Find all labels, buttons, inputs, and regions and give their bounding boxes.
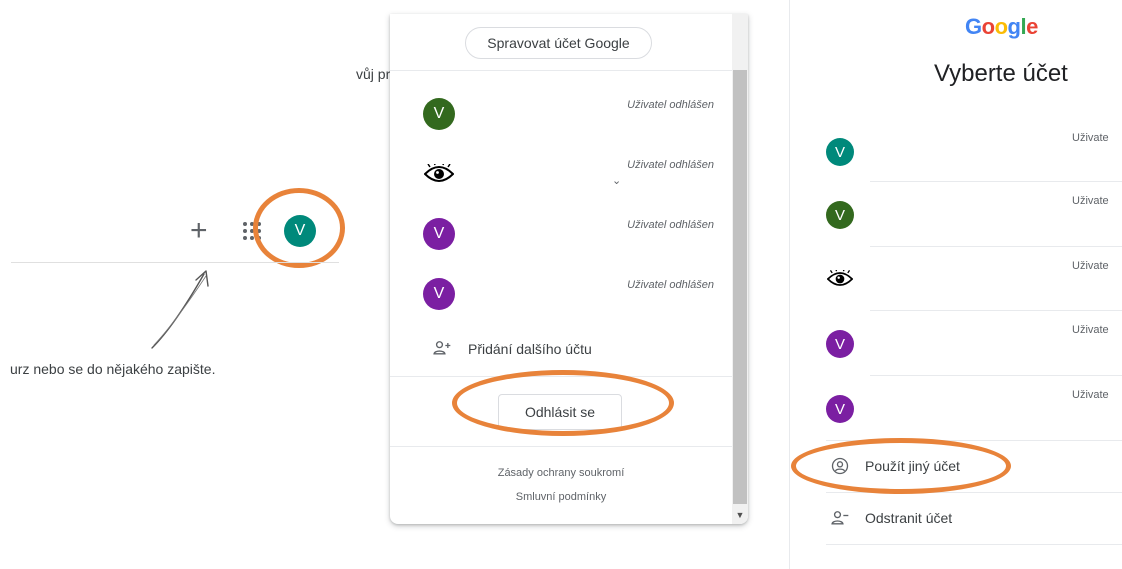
- account-row[interactable]: V Uživate: [826, 183, 1122, 247]
- account-avatar: V: [826, 395, 854, 423]
- person-add-icon: [433, 341, 451, 355]
- scrollbar[interactable]: ▼: [732, 14, 748, 524]
- page-title: Vyberte účet: [934, 60, 1068, 87]
- account-status: Uživate: [1072, 195, 1109, 207]
- account-avatar: V: [826, 330, 854, 358]
- account-row[interactable]: V Uživate: [826, 377, 1122, 441]
- account-switcher-popup: Spravovat účet Google V Uživatel odhláše…: [390, 14, 748, 524]
- account-row[interactable]: V Uživatel odhlášen: [390, 204, 732, 264]
- divider: [390, 446, 732, 447]
- google-logo: Google: [965, 14, 1038, 39]
- account-avatar: V: [826, 138, 854, 166]
- scroll-down-arrow-icon[interactable]: ▼: [732, 510, 748, 520]
- account-status: Uživatel odhlášen: [627, 219, 714, 231]
- privacy-policy-link[interactable]: Zásady ochrany soukromí: [390, 467, 732, 479]
- background-text-fragment: urz nebo se do nějakého zapište.: [10, 361, 216, 377]
- eye-icon: [827, 270, 853, 286]
- person-remove-icon: [831, 511, 849, 525]
- account-status: Uživate: [1072, 324, 1109, 336]
- account-avatar: V: [423, 278, 455, 310]
- account-status: Uživatel odhlášen: [627, 99, 714, 111]
- divider: [870, 246, 1122, 247]
- highlight-ring-sign-out: [452, 370, 674, 436]
- chevron-down-icon[interactable]: ⌄: [612, 174, 621, 187]
- account-avatar: V: [423, 218, 455, 250]
- account-avatar: V: [423, 98, 455, 130]
- account-row[interactable]: V Uživatel odhlášen: [390, 84, 732, 144]
- highlight-ring-avatar: [253, 188, 345, 268]
- divider: [390, 70, 732, 71]
- account-row[interactable]: Uživatel odhlášen ⌄: [390, 144, 732, 204]
- account-status: Uživate: [1072, 260, 1109, 272]
- divider: [870, 310, 1122, 311]
- remove-account-button[interactable]: Odstranit účet: [830, 506, 952, 530]
- account-row[interactable]: Uživate: [826, 248, 1122, 312]
- add-account-button[interactable]: Přidání dalšího účtu: [390, 334, 732, 366]
- add-account-label: Přidání dalšího účtu: [468, 341, 592, 357]
- account-avatar: V: [826, 201, 854, 229]
- eye-icon: [424, 164, 454, 182]
- account-status: Uživate: [1072, 132, 1109, 144]
- account-status: Uživatel odhlášen: [627, 159, 714, 171]
- terms-of-service-link[interactable]: Smluvní podmínky: [390, 491, 732, 503]
- account-row[interactable]: V Uživate: [826, 312, 1122, 376]
- background-text-fragment: vůj pr: [356, 66, 391, 82]
- remove-account-label: Odstranit účet: [865, 510, 953, 526]
- panel-divider: [789, 0, 790, 569]
- divider: [870, 375, 1122, 376]
- account-status: Uživatel odhlášen: [627, 279, 714, 291]
- account-status: Uživate: [1072, 389, 1109, 401]
- account-row[interactable]: V Uživate: [826, 120, 1122, 184]
- divider: [870, 181, 1122, 182]
- hand-drawn-arrow-icon: [151, 270, 209, 349]
- highlight-ring-use-other-account: [791, 438, 1011, 494]
- create-plus-icon[interactable]: +: [190, 216, 208, 246]
- divider: [826, 544, 1122, 545]
- account-row[interactable]: V Uživatel odhlášen: [390, 264, 732, 324]
- manage-google-account-button[interactable]: Spravovat účet Google: [465, 27, 652, 59]
- scrollbar-thumb[interactable]: [733, 70, 747, 504]
